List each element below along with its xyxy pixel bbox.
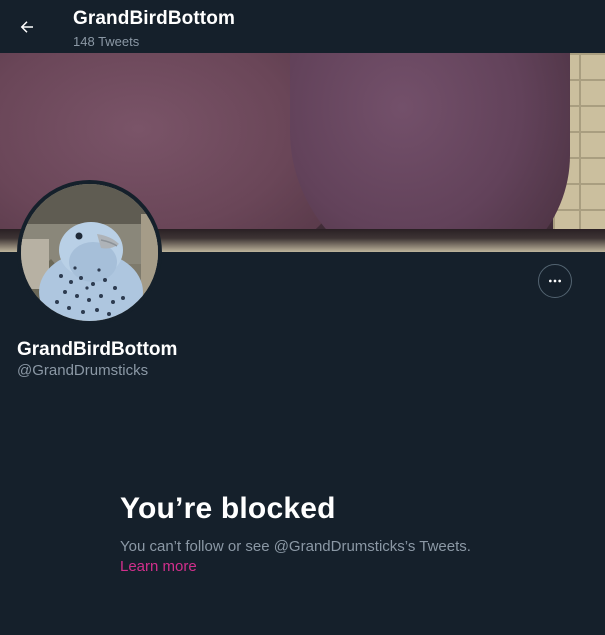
ellipsis-icon — [549, 279, 561, 283]
tweet-count: 148 Tweets — [73, 34, 140, 49]
pigeon-plush-avatar-image — [21, 184, 158, 321]
more-options-button[interactable] — [538, 264, 572, 298]
blocked-message: You can’t follow or see @GrandDrumsticks… — [120, 538, 471, 555]
top-bar: GrandBirdBottom 148 Tweets — [0, 0, 605, 53]
learn-more-link[interactable]: Learn more — [120, 558, 197, 575]
blocked-title: You’re blocked — [120, 492, 336, 525]
arrow-left-icon — [20, 21, 33, 33]
banner-shape-right — [290, 53, 570, 252]
profile-handle: @GrandDrumsticks — [17, 362, 149, 379]
header-title: GrandBirdBottom — [73, 8, 235, 29]
avatar[interactable] — [17, 180, 162, 325]
back-button[interactable] — [10, 10, 44, 44]
profile-display-name: GrandBirdBottom — [17, 339, 178, 360]
